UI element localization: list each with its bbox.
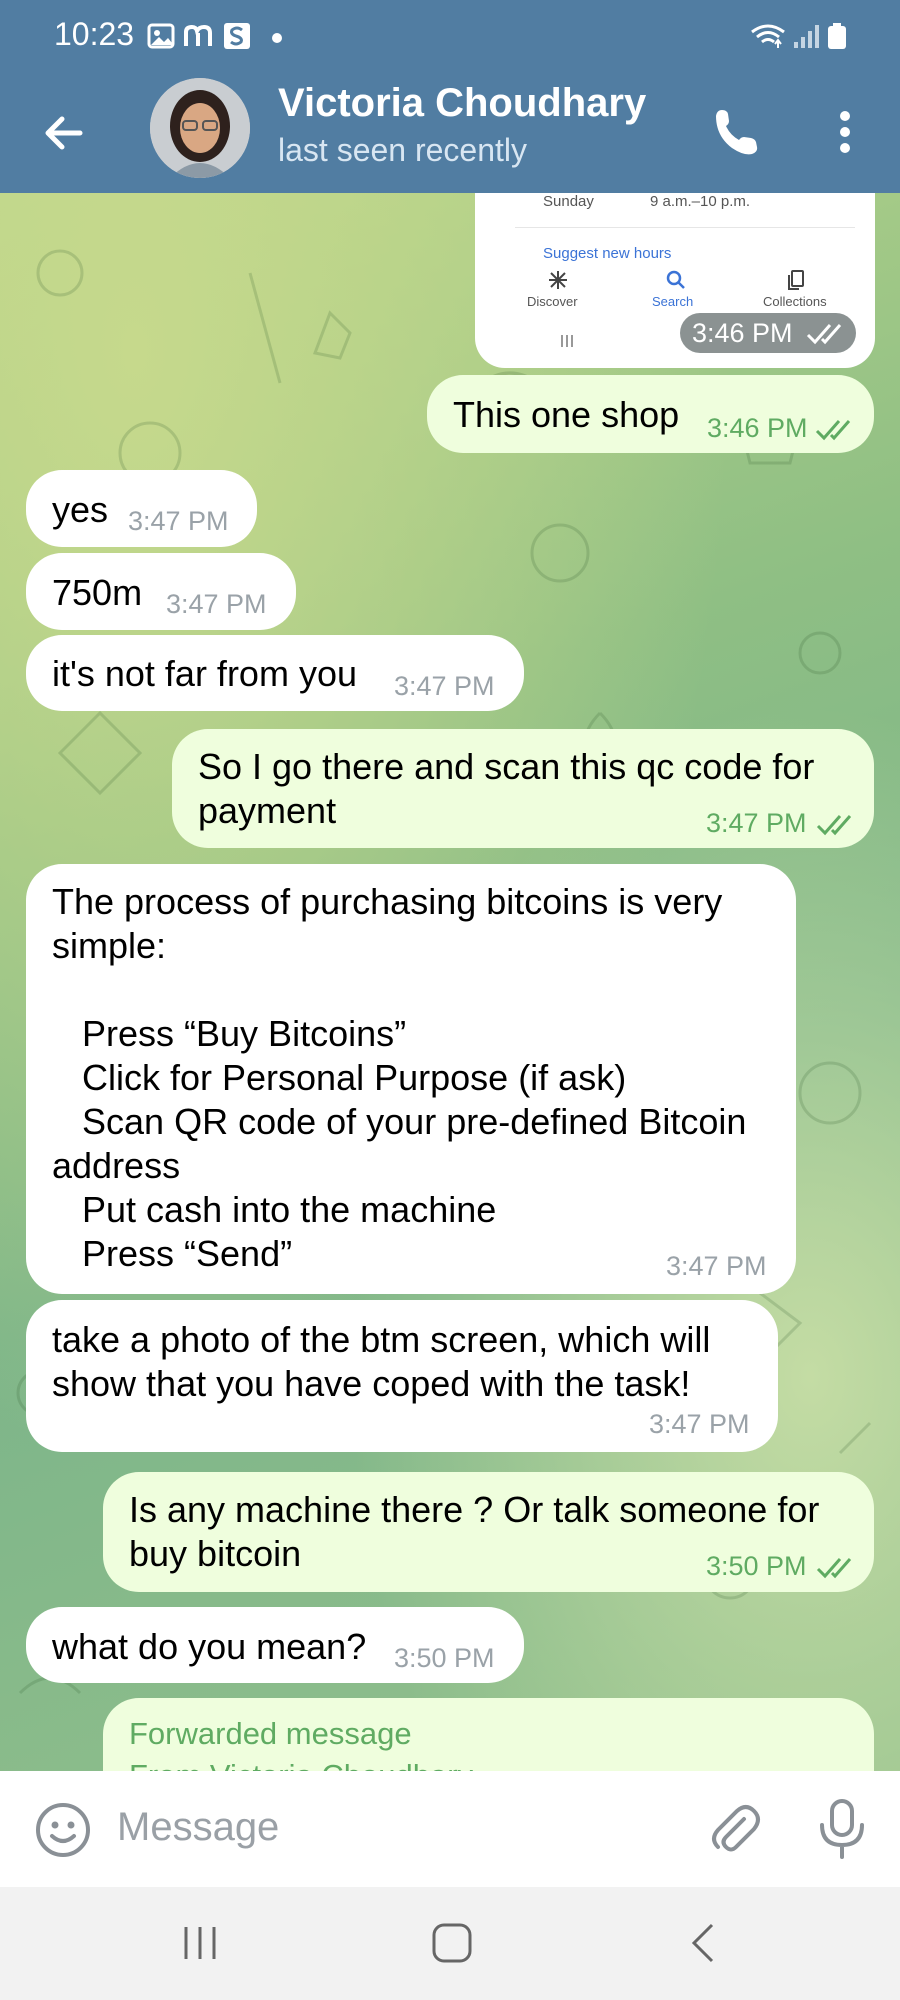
message-text: The process of purchasing bitcoins is ve… (52, 881, 747, 1274)
avatar-photo (150, 78, 250, 178)
dot-icon (272, 33, 282, 43)
back-arrow-icon[interactable] (34, 103, 94, 163)
message-time: 3:50 PM (394, 1643, 495, 1673)
tab-discover: Discover (527, 294, 578, 309)
last-seen-status: last seen recently (278, 132, 528, 168)
phone-call-icon[interactable] (706, 102, 766, 162)
read-checks-icon (806, 324, 842, 345)
read-checks-icon (815, 420, 851, 441)
attach-icon[interactable] (704, 1799, 764, 1859)
image-time-text: 3:46 PM (692, 318, 793, 348)
chat-title-bar: Victoria Choudhary last seen recently (0, 75, 900, 193)
tab-search: Search (652, 294, 694, 309)
incoming-message[interactable]: The process of purchasing bitcoins is ve… (26, 864, 796, 1294)
message-text: it's not far from you (52, 653, 357, 694)
forwarded-label: Forwarded message (129, 1716, 412, 1751)
microphone-icon[interactable] (812, 1797, 872, 1861)
message-text: 750m (52, 572, 143, 613)
status-time: 10:23 (54, 16, 135, 52)
image-timestamp: 3:46 PM (680, 313, 856, 353)
read-checks-icon (816, 1558, 852, 1579)
hours-day: Sunday (543, 193, 594, 210)
message-text: yes (52, 489, 109, 530)
status-bar: 10:23 (0, 0, 900, 75)
message-text: what do you mean? (52, 1626, 367, 1667)
chat-name[interactable]: Victoria Choudhary (278, 81, 646, 126)
wifi-icon (751, 24, 785, 48)
incoming-message[interactable]: take a photo of the btm screen, which wi… (26, 1300, 778, 1452)
s-app-icon (224, 23, 250, 49)
outgoing-message[interactable]: Is any machine there ? Or talk someone f… (103, 1472, 874, 1592)
nav-recents-icon (561, 335, 573, 347)
message-input[interactable]: Message (117, 1805, 279, 1850)
back-nav-icon[interactable] (684, 1921, 724, 1965)
incoming-message[interactable]: 750m 3:47 PM (26, 553, 296, 630)
outgoing-message[interactable]: This one shop 3:46 PM (427, 375, 874, 453)
message-time: 3:46 PM (707, 413, 808, 443)
emoji-icon[interactable] (34, 1801, 92, 1859)
gallery-icon (147, 23, 175, 49)
search-icon (666, 270, 685, 289)
suggest-hours-link: Suggest new hours (543, 245, 672, 262)
m-app-icon (184, 24, 212, 46)
more-options-icon[interactable] (820, 102, 870, 162)
read-checks-icon (816, 815, 852, 836)
avatar[interactable] (150, 78, 250, 178)
tab-collections: Collections (763, 294, 827, 309)
message-time: 3:47 PM (128, 506, 229, 536)
incoming-message[interactable]: what do you mean? 3:50 PM (26, 1607, 524, 1683)
message-text: take a photo of the btm screen, which wi… (52, 1319, 711, 1404)
hours-range: 9 a.m.–10 p.m. (650, 193, 751, 210)
battery-icon (828, 23, 846, 49)
message-time: 3:47 PM (666, 1251, 767, 1281)
recent-apps-icon[interactable] (180, 1923, 220, 1963)
message-time: 3:47 PM (706, 808, 807, 838)
card-divider (515, 227, 855, 228)
incoming-message[interactable]: yes 3:47 PM (26, 470, 257, 547)
discover-icon (549, 271, 567, 289)
message-text: This one shop (453, 394, 680, 435)
message-time: 3:47 PM (166, 589, 267, 619)
home-icon[interactable] (430, 1921, 474, 1965)
chat-header: 10:23 Victoria Choudhary last seen recen… (0, 0, 900, 193)
incoming-message[interactable]: it's not far from you 3:47 PM (26, 635, 524, 711)
signal-icon (794, 25, 819, 48)
message-time: 3:47 PM (394, 671, 495, 701)
message-time: 3:50 PM (706, 1551, 807, 1581)
system-nav-bar (0, 1887, 900, 2000)
message-input-bar: Message (0, 1771, 900, 1887)
collections-icon (788, 270, 804, 290)
outgoing-message[interactable]: So I go there and scan this qc code for … (172, 729, 874, 848)
message-time: 3:47 PM (649, 1409, 750, 1439)
